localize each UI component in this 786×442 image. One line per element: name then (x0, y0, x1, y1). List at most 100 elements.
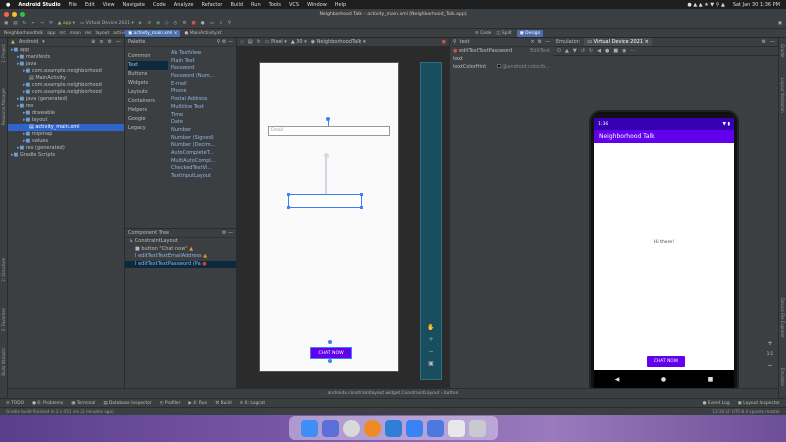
build-variants-tab[interactable]: Build Variants (1, 348, 6, 376)
palette-item[interactable]: TextInputLayout (171, 173, 236, 181)
orientation-icon[interactable]: ↻ (257, 39, 261, 45)
palette-item[interactable]: CheckedTextVi... (171, 165, 236, 173)
tree-child-button[interactable]: ■ button "Chat now" ▲ (125, 246, 236, 254)
menu-code[interactable]: Code (153, 2, 166, 8)
rerun-icon[interactable]: ↺ (147, 21, 151, 26)
device-select[interactable]: ▭ Pixel ▾ (265, 39, 287, 45)
stop-icon[interactable]: ■ (191, 21, 195, 26)
palette-category[interactable]: Common (128, 52, 168, 61)
menu-window[interactable]: Window (307, 2, 327, 8)
hide-icon[interactable]: — (228, 39, 233, 45)
gradle-tab[interactable]: Gradle (780, 44, 785, 57)
palette-item[interactable]: Number (Signed) (171, 135, 236, 143)
resource-manager-tab[interactable]: Resource Manager (1, 88, 6, 125)
safari-icon[interactable] (385, 419, 402, 437)
palette-item[interactable]: Password (Num... (171, 73, 236, 81)
palette-category[interactable]: Containers (128, 97, 168, 106)
nav-crumb-main[interactable]: main (70, 31, 81, 36)
menu-navigate[interactable]: Navigate (123, 2, 145, 8)
sync-icon[interactable]: ↻ (23, 21, 27, 26)
attach-debugger-icon[interactable]: ⚙ (182, 21, 186, 26)
palette-item[interactable]: MultiAutoCompl... (171, 158, 236, 166)
palette-category[interactable]: Widgets (128, 79, 168, 88)
zoom-in-button[interactable]: + (423, 334, 439, 346)
emulator-device-tab[interactable]: ▭ Virtual Device 2021 × (584, 38, 652, 46)
chat-now-button[interactable]: CHAT NOW (647, 356, 685, 367)
gear-icon[interactable]: ⚙ (222, 39, 226, 45)
palette-item[interactable]: Plain Text (171, 58, 236, 66)
android-studio-icon[interactable] (406, 419, 423, 437)
nav-crumb-res[interactable]: res (85, 31, 92, 36)
gear-icon[interactable]: ⚙ (538, 39, 542, 45)
menu-run[interactable]: Run (251, 2, 261, 8)
layers-icon[interactable]: ◇ (240, 39, 244, 45)
project-tree-item[interactable]: ▸■ drawable (8, 110, 124, 117)
logcat-tab[interactable]: ≡ 6: Logcat (240, 401, 265, 406)
project-tree-item[interactable]: ▸■ values (8, 138, 124, 145)
menu-vcs[interactable]: VCS (289, 2, 299, 8)
palette-item[interactable]: Multiline Text (171, 104, 236, 112)
palette-item[interactable]: Time (171, 112, 236, 120)
minimize-window-button[interactable] (12, 12, 17, 17)
apple-icon[interactable]: ● (6, 2, 10, 8)
project-tree-item[interactable]: ▸■ mipmap (8, 131, 124, 138)
palette-item[interactable]: Date (171, 119, 236, 127)
zoom-fit-button[interactable]: ▣ (423, 358, 439, 370)
layout-inspector-tab[interactable]: ▣ Layout Inspector (738, 401, 780, 406)
build-tab[interactable]: ⚒ Build (215, 401, 231, 406)
collapse-icon[interactable]: ≡ (99, 39, 103, 45)
nav-crumb-app[interactable]: app (47, 31, 55, 36)
module-select[interactable]: ▲ app ▾ (58, 21, 75, 26)
debug-icon[interactable]: ◉ (156, 21, 160, 26)
hide-icon[interactable]: — (545, 39, 550, 45)
close-icon[interactable]: × (530, 39, 534, 45)
project-tree-item[interactable]: ▸■ Gradle Scripts (8, 152, 124, 159)
tab-main-activity[interactable]: ● MainActivity.kt (184, 31, 221, 36)
constraint-anchor[interactable] (328, 359, 332, 363)
zoom-in-button[interactable]: + (763, 340, 777, 351)
project-tree-item[interactable]: ▸■ java (generated) (8, 96, 124, 103)
layout-validation-tab[interactable]: Layout Validation (780, 78, 785, 113)
zoom-out-button[interactable]: − (763, 362, 777, 373)
nav-crumb-src[interactable]: src (59, 31, 65, 36)
home-icon[interactable]: ● (605, 48, 609, 54)
palette-item[interactable]: Postal Address (171, 96, 236, 104)
chat-now-button-preview[interactable]: CHAT NOW (310, 347, 352, 359)
menu-refactor[interactable]: Refactor (202, 2, 223, 8)
palette-item[interactable]: Number (Decim... (171, 142, 236, 150)
tree-child-password[interactable]: I editTextTextPassword (Pa ● (125, 260, 236, 268)
split-mode-button[interactable]: ◫ Split (496, 31, 511, 36)
back-icon[interactable]: ◀ (615, 376, 620, 383)
database-inspector-tab[interactable]: ▤ Database Inspector (103, 401, 151, 406)
forward-icon[interactable]: → (40, 21, 44, 26)
zoom-out-button[interactable]: − (423, 346, 439, 358)
project-tree-item[interactable]: ▤ activity_main.xml (8, 124, 124, 131)
project-tree-item[interactable]: ▸■ manifests (8, 54, 124, 61)
terminal-tab[interactable]: ▣ Terminal (71, 401, 95, 406)
zoom-window-button[interactable] (20, 12, 25, 17)
project-tree-item[interactable]: ▸■ com.example.neighborhood (8, 89, 124, 96)
menu-tools[interactable]: Tools (269, 2, 281, 8)
tree-root[interactable]: ↳ ConstraintLayout (125, 238, 236, 246)
project-tree-item[interactable]: ▸■ java (8, 61, 124, 68)
app-menu[interactable]: Android Studio (18, 2, 60, 8)
pan-icon[interactable]: ✋ (423, 322, 439, 334)
palette-item[interactable]: Password (171, 65, 236, 73)
home-icon[interactable]: ● (661, 376, 666, 383)
gear-icon[interactable]: ⚙ (222, 230, 226, 236)
close-window-button[interactable] (4, 12, 9, 17)
project-tool-tab[interactable]: 1: Project (1, 44, 6, 63)
palette-item[interactable]: Ab TextView (171, 50, 236, 58)
rotate-right-icon[interactable]: ↻ (589, 48, 593, 54)
constraint-anchor[interactable] (328, 340, 332, 344)
gear-icon[interactable]: ⚙ (108, 39, 112, 45)
resize-handle[interactable] (360, 193, 363, 196)
menu-view[interactable]: View (103, 2, 115, 8)
code-mode-button[interactable]: ≡ Code (475, 31, 491, 36)
sdk-manager-icon[interactable]: ⇩ (219, 21, 223, 26)
rotate-left-icon[interactable]: ↺ (581, 48, 585, 54)
project-tree-item[interactable]: ▤ MainActivity (8, 75, 124, 82)
palette-category[interactable]: Helpers (128, 106, 168, 115)
design-preview-screen[interactable] (259, 62, 399, 372)
project-tree-item[interactable]: ▸■ app (8, 47, 124, 54)
